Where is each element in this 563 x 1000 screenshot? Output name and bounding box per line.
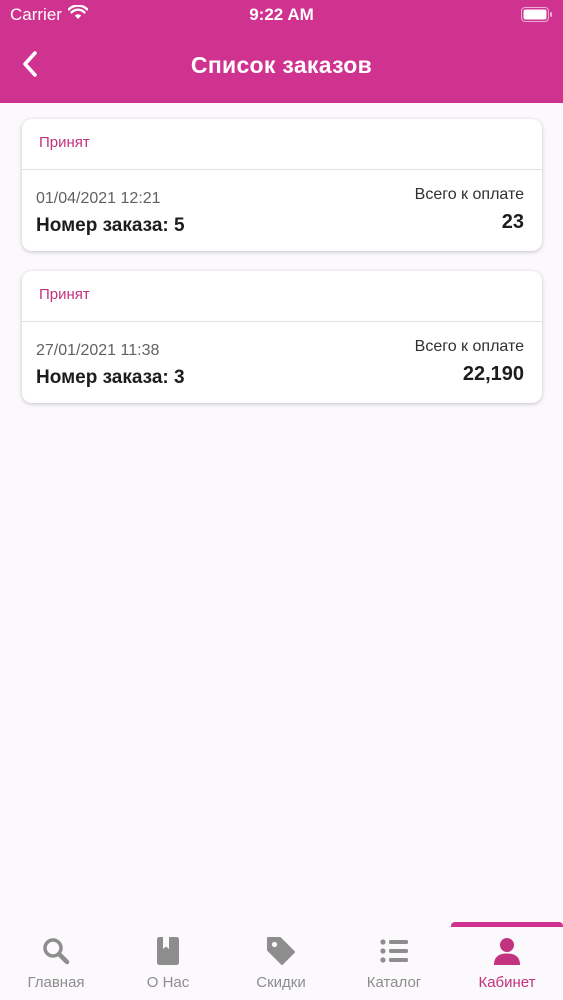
- tag-icon: [225, 936, 337, 968]
- tab-label: Главная: [27, 974, 85, 991]
- order-list: Принят 01/04/2021 12:21 Номер заказа: 5 …: [22, 119, 542, 423]
- order-date: 27/01/2021 11:38: [36, 342, 160, 359]
- app: Carrier 9:22 AM Список заказов Принят 01…: [0, 0, 563, 1000]
- order-number: Номер заказа: 3: [36, 367, 185, 388]
- tab-label: О Нас: [146, 974, 190, 991]
- person-icon: [451, 936, 563, 968]
- order-status: Принят: [22, 119, 542, 170]
- order-total-value: 23: [501, 211, 524, 233]
- tab-label: Кабинет: [478, 974, 536, 991]
- status-time: 9:22 AM: [249, 5, 314, 24]
- order-total-label: Всего к оплате: [414, 338, 524, 355]
- status-bar: Carrier 9:22 AM: [0, 0, 563, 30]
- page-title: Список заказов: [190, 52, 373, 78]
- tab-bar: Главная О Нас Скидки Каталог Кабинет: [0, 922, 563, 1000]
- nav-bar: Список заказов: [0, 30, 563, 103]
- tab-about[interactable]: О Нас: [112, 922, 224, 1000]
- tab-label: Скидки: [256, 974, 306, 991]
- order-card[interactable]: Принят 01/04/2021 12:21 Номер заказа: 5 …: [22, 119, 542, 251]
- order-body: 27/01/2021 11:38 Номер заказа: 3 Всего к…: [22, 322, 542, 403]
- book-icon: [112, 936, 224, 968]
- tab-account[interactable]: Кабинет: [451, 922, 563, 1000]
- order-body: 01/04/2021 12:21 Номер заказа: 5 Всего к…: [22, 170, 542, 251]
- search-icon: [0, 936, 112, 968]
- tab-home[interactable]: Главная: [0, 922, 112, 1000]
- tab-label: Каталог: [366, 974, 422, 991]
- order-total-value: 22,190: [462, 363, 524, 385]
- order-date: 01/04/2021 12:21: [36, 190, 161, 207]
- order-total-label: Всего к оплате: [414, 186, 524, 203]
- header: Carrier 9:22 AM Список заказов: [0, 0, 563, 103]
- order-status: Принят: [22, 271, 542, 322]
- order-card[interactable]: Принят 27/01/2021 11:38 Номер заказа: 3 …: [22, 271, 542, 403]
- battery-icon: [521, 7, 553, 22]
- list-icon: [338, 936, 450, 968]
- tab-catalog[interactable]: Каталог: [338, 922, 450, 1000]
- tab-discounts[interactable]: Скидки: [225, 922, 337, 1000]
- order-number: Номер заказа: 5: [36, 215, 185, 236]
